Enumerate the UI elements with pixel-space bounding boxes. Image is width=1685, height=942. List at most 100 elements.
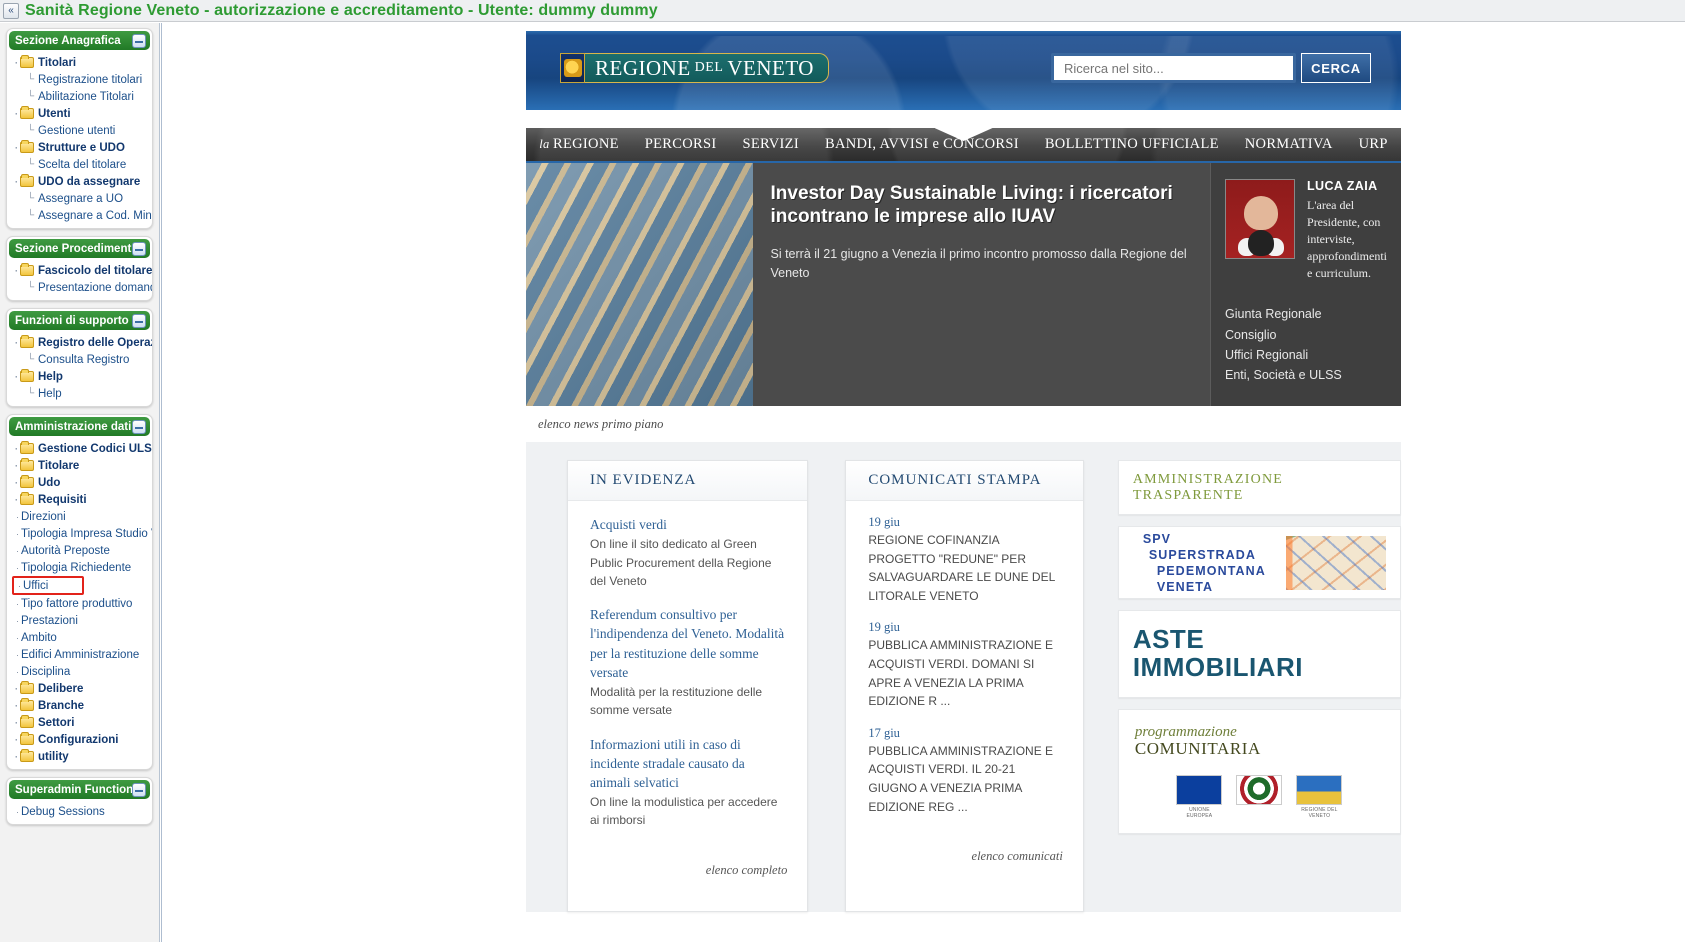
comunicati-footer-link[interactable]: elenco comunicati xyxy=(846,847,1082,872)
road-map-image xyxy=(1286,536,1386,590)
search-button[interactable]: CERCA xyxy=(1301,53,1371,83)
president-link[interactable]: Giunta Regionale xyxy=(1225,304,1387,324)
sidebar-item-label: Titolari xyxy=(38,57,76,69)
sidebar-panel: Funzioni di supporto ·Registro delle Oper… xyxy=(6,308,153,407)
press-item-date[interactable]: 19 giu xyxy=(868,515,1062,530)
banner-aste-immobiliari[interactable]: ASTE IMMOBILIARI xyxy=(1118,610,1401,698)
president-link[interactable]: Uffici Regionali xyxy=(1225,345,1387,365)
sidebar-item-strutture-e-udo[interactable]: ·Strutture e UDO xyxy=(7,139,152,156)
sidebar-panel-header[interactable]: Superadmin Functions xyxy=(9,780,150,799)
tree-elbow: └ xyxy=(27,355,38,365)
sidebar-item-label: Autorità Preposte xyxy=(21,545,110,557)
in-evidenza-list: Acquisti verdiOn line il sito dedicato a… xyxy=(568,501,807,861)
sidebar-panel-header[interactable]: Amministrazione dati xyxy=(9,417,150,436)
nav-item-urp[interactable]: URP xyxy=(1359,136,1388,153)
sidebar-item-debug-sessions[interactable]: ·Debug Sessions xyxy=(7,803,152,820)
press-item: 19 giuREGIONE COFINANZIA PROGETTO "REDUN… xyxy=(868,515,1062,605)
search-input[interactable] xyxy=(1051,53,1296,83)
site-header: REGIONE DEL VENETO CERCA xyxy=(526,31,1401,110)
sidebar-item-help[interactable]: └Help xyxy=(7,385,152,402)
sidebar-item-udo-da-assegnare[interactable]: ·UDO da assegnare xyxy=(7,173,152,190)
sidebar-item-prestazioni[interactable]: ·Prestazioni xyxy=(7,612,152,629)
tree-tick: · xyxy=(16,616,19,626)
nav-item-regione[interactable]: la REGIONE xyxy=(539,136,618,153)
nav-item-servizi[interactable]: SERVIZI xyxy=(742,136,799,153)
news-item-title[interactable]: Referendum consultivo per l'indipendenza… xyxy=(590,605,787,682)
minus-icon[interactable] xyxy=(132,783,146,797)
news-item: Acquisti verdiOn line il sito dedicato a… xyxy=(590,515,787,590)
news-item: Referendum consultivo per l'indipendenza… xyxy=(590,605,787,719)
news-list-link[interactable]: elenco news primo piano xyxy=(526,406,1401,442)
sidebar-item-settori[interactable]: ·Settori xyxy=(7,714,152,731)
hero-text-block[interactable]: Investor Day Sustainable Living: i ricer… xyxy=(753,163,1211,406)
minus-icon[interactable] xyxy=(132,34,146,48)
sidebar-item-help[interactable]: ·Help xyxy=(7,368,152,385)
tree-tick: · xyxy=(15,109,18,119)
sidebar-item-disciplina[interactable]: ·Disciplina xyxy=(7,663,152,680)
sidebar-item-assegnare-a-uo[interactable]: └Assegnare a UO xyxy=(7,190,152,207)
sidebar-item-udo[interactable]: ·Udo xyxy=(7,474,152,491)
nav-item-bollettino-ufficiale[interactable]: BOLLETTINO UFFICIALE xyxy=(1045,136,1219,153)
sidebar-item-delibere[interactable]: ·Delibere xyxy=(7,680,152,697)
press-item-date[interactable]: 17 giu xyxy=(868,726,1062,741)
sidebar-item-registro-delle-operazio[interactable]: ·Registro delle Operazio xyxy=(7,334,152,351)
in-evidenza-footer-link[interactable]: elenco completo xyxy=(568,861,807,886)
sidebar-item-titolari[interactable]: ·Titolari xyxy=(7,54,152,71)
sidebar-item-tipo-fattore-produttivo[interactable]: ·Tipo fattore produttivo xyxy=(7,595,152,612)
sidebar-item-gestione-utenti[interactable]: └Gestione utenti xyxy=(7,122,152,139)
news-item-title[interactable]: Acquisti verdi xyxy=(590,515,787,534)
sidebar-item-utility[interactable]: ·utility xyxy=(7,748,152,765)
tree-tick: · xyxy=(15,372,18,382)
sidebar-item-presentazione-domande[interactable]: └Presentazione domande xyxy=(7,279,152,296)
sidebar-item-consulta-registro[interactable]: └Consulta Registro xyxy=(7,351,152,368)
president-link[interactable]: Enti, Società e ULSS xyxy=(1225,365,1387,385)
minus-icon[interactable] xyxy=(132,314,146,328)
sidebar-item-fascicolo-del-titolare[interactable]: ·Fascicolo del titolare xyxy=(7,262,152,279)
sidebar-item-branche[interactable]: ·Branche xyxy=(7,697,152,714)
tree-elbow: └ xyxy=(27,160,38,170)
sidebar-item-requisiti[interactable]: ·Requisiti xyxy=(7,491,152,508)
nav-item-normativa[interactable]: NORMATIVA xyxy=(1245,136,1333,153)
sidebar-panel-header[interactable]: Sezione Procedimenti xyxy=(9,239,150,258)
tree-elbow: └ xyxy=(27,75,38,85)
regione-veneto-logo[interactable]: REGIONE DEL VENETO xyxy=(560,53,829,83)
sidebar-item-abilitazione-titolari[interactable]: └Abilitazione Titolari xyxy=(7,88,152,105)
sidebar-item-assegnare-a-cod-min[interactable]: └Assegnare a Cod. Min. xyxy=(7,207,152,224)
tree-tick: · xyxy=(15,444,18,454)
sidebar-item-scelta-del-titolare[interactable]: └Scelta del titolare xyxy=(7,156,152,173)
press-item-date[interactable]: 19 giu xyxy=(868,620,1062,635)
news-item-title[interactable]: Informazioni utili in caso di incidente … xyxy=(590,735,787,792)
nav-item-prefix: la xyxy=(539,137,553,151)
sidebar-panel-title: Sezione Anagrafica xyxy=(15,35,132,47)
nav-item-percorsi[interactable]: PERCORSI xyxy=(645,136,717,153)
sidebar-panel-title: Funzioni di supporto xyxy=(15,315,132,327)
sidebar-item-registrazione-titolari[interactable]: └Registrazione titolari xyxy=(7,71,152,88)
sidebar-item-titolare[interactable]: ·Titolare xyxy=(7,457,152,474)
minus-icon[interactable] xyxy=(132,242,146,256)
sidebar-panel-header[interactable]: Sezione Anagrafica xyxy=(9,31,150,50)
folder-icon xyxy=(20,142,34,153)
collapse-sidebar-icon[interactable]: « xyxy=(3,3,19,19)
sidebar-item-configurazioni[interactable]: ·Configurazioni xyxy=(7,731,152,748)
banner-amministrazione-trasparente[interactable]: AMMINISTRAZIONE TRASPARENTE xyxy=(1118,460,1401,515)
sidebar-item-tipologia-richiedente[interactable]: ·Tipologia Richiedente xyxy=(7,559,152,576)
sidebar-item-ambito[interactable]: ·Ambito xyxy=(7,629,152,646)
minus-icon[interactable] xyxy=(132,420,146,434)
folder-icon xyxy=(20,477,34,488)
sidebar-item-uffici[interactable]: ·Uffici xyxy=(12,576,84,595)
sidebar-item-autorit-preposte[interactable]: ·Autorità Preposte xyxy=(7,542,152,559)
banner-programmazione-comunitaria[interactable]: programmazione COMUNITARIA UNIONE EUROPE… xyxy=(1118,709,1401,834)
nav-item-bandi-avvisi-e-concorsi[interactable]: BANDI, AVVISI e CONCORSI xyxy=(825,136,1019,153)
folder-icon xyxy=(20,265,34,276)
sidebar-item-tipologia-impresa-studio-videat[interactable]: ·Tipologia Impresa Studio Videat xyxy=(7,525,152,542)
sidebar-item-edifici-amministrazione[interactable]: ·Edifici Amministrazione xyxy=(7,646,152,663)
sidebar-item-utenti[interactable]: ·Utenti xyxy=(7,105,152,122)
folder-icon xyxy=(20,683,34,694)
sidebar-panel-title: Amministrazione dati xyxy=(15,421,132,433)
sidebar-item-label: Debug Sessions xyxy=(21,806,105,818)
sidebar-item-direzioni[interactable]: ·Direzioni xyxy=(7,508,152,525)
banner-superstrada-pedemontana[interactable]: SPV SUPERSTRADA PEDEMONTANA VENETA xyxy=(1118,526,1401,599)
president-link[interactable]: Consiglio xyxy=(1225,325,1387,345)
sidebar-item-gestione-codici-ulss[interactable]: ·Gestione Codici ULSS xyxy=(7,440,152,457)
sidebar-panel-header[interactable]: Funzioni di supporto xyxy=(9,311,150,330)
